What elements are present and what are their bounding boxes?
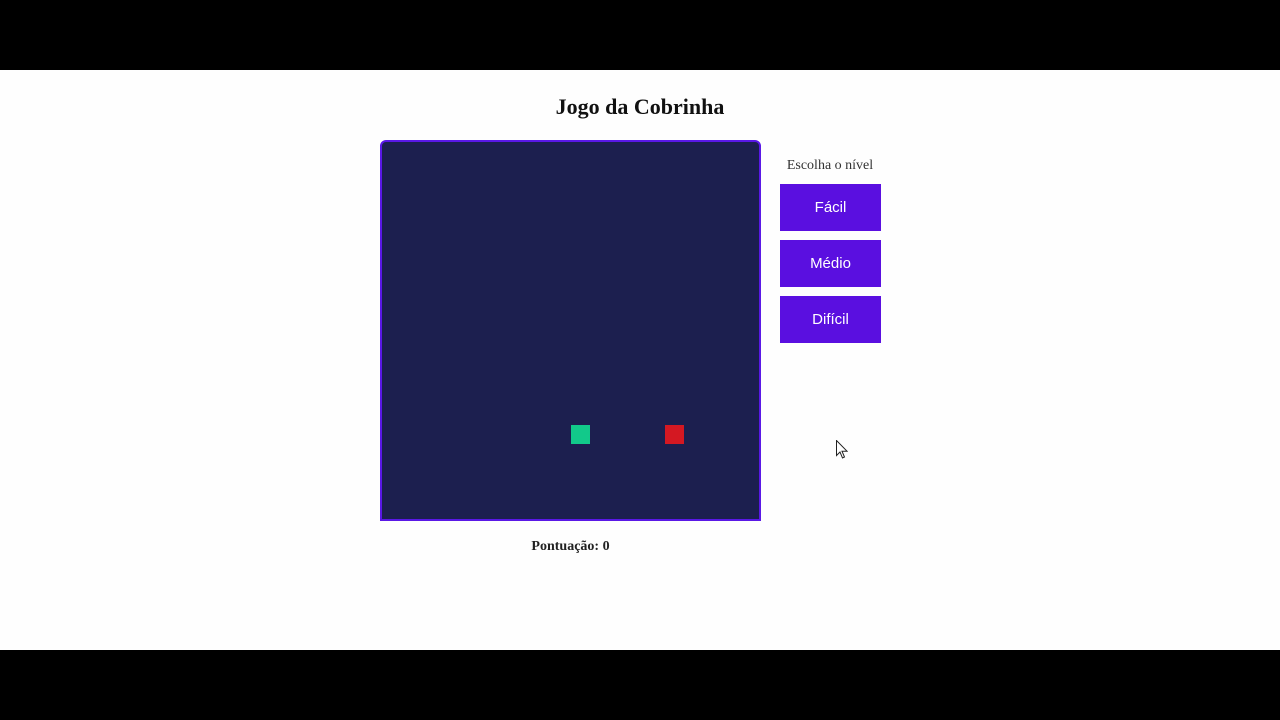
level-panel: Escolha o nível Fácil Médio Difícil bbox=[778, 158, 882, 352]
level-label: Escolha o nível bbox=[786, 158, 874, 173]
food-item bbox=[665, 425, 684, 444]
letterbox-top bbox=[0, 0, 1280, 70]
mouse-pointer-icon bbox=[836, 440, 848, 459]
letterbox-bottom bbox=[0, 650, 1280, 720]
hard-level-button[interactable]: Difícil bbox=[780, 296, 881, 343]
page-title: Jogo da Cobrinha bbox=[555, 94, 725, 119]
snake-head bbox=[571, 425, 590, 444]
easy-level-button[interactable]: Fácil bbox=[780, 184, 881, 231]
game-board[interactable] bbox=[380, 140, 761, 521]
game-page: Jogo da Cobrinha Pontuação: 0 Escolha o … bbox=[0, 70, 1280, 650]
medium-level-button[interactable]: Médio bbox=[780, 240, 881, 287]
score-display: Pontuação: 0 bbox=[531, 539, 610, 554]
